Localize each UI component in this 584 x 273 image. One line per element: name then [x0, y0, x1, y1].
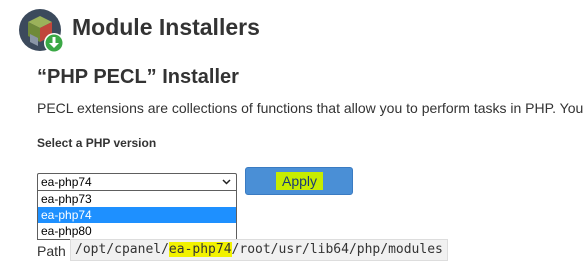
path-highlight: ea-php74 — [168, 242, 232, 257]
option-ea-php74[interactable]: ea-php74 — [38, 207, 236, 223]
php-version-dropdown: ea-php73 ea-php74 ea-php80 — [37, 190, 237, 240]
path-prefix: /opt/cpanel/ — [75, 242, 169, 257]
option-ea-php80[interactable]: ea-php80 — [38, 223, 236, 239]
module-installer-logo-icon — [19, 9, 64, 53]
installer-description: PECL extensions are collections of funct… — [37, 100, 584, 116]
path-suffix: /root/usr/lib64/php/modules — [231, 242, 443, 257]
php-version-label: Select a PHP version — [37, 136, 157, 150]
module-path: /opt/cpanel/ea-php74/root/usr/lib64/php/… — [70, 239, 448, 261]
path-label: Path — [37, 243, 66, 259]
page-title: Module Installers — [72, 14, 260, 40]
php-version-select-value: ea-php74 — [41, 175, 92, 189]
option-ea-php73[interactable]: ea-php73 — [38, 191, 236, 207]
apply-button[interactable]: Apply — [245, 167, 353, 195]
chevron-down-icon — [222, 179, 231, 185]
installer-title: “PHP PECL” Installer — [37, 66, 239, 88]
apply-button-label: Apply — [276, 172, 324, 190]
